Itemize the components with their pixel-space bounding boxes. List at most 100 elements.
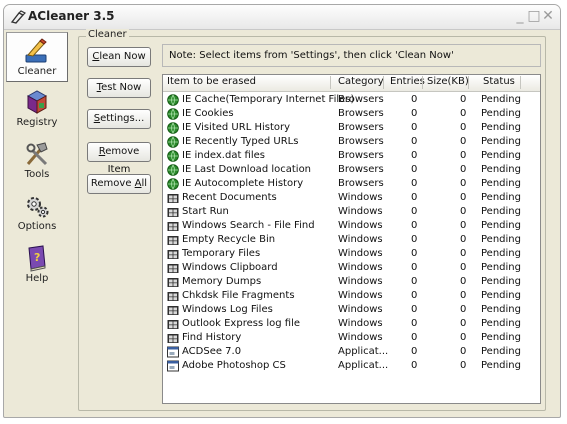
item-name: Outlook Express log file <box>182 318 300 329</box>
item-entries: 0 <box>411 248 418 259</box>
close-button[interactable]: ✕ <box>540 8 556 24</box>
item-entries: 0 <box>411 262 418 273</box>
table-row[interactable]: Windows Search - File Find Windows 0 0 Pendi… <box>163 219 540 233</box>
sidebar-item-tools[interactable]: Tools <box>6 136 68 186</box>
test-now-button[interactable]: Test Now <box>87 78 151 98</box>
table-row[interactable]: IE Cache(Temporary Internet Files) Browse… <box>163 93 540 107</box>
item-name: Empty Recycle Bin <box>182 234 276 245</box>
item-entries: 0 <box>411 318 418 329</box>
item-entries: 0 <box>411 220 418 231</box>
item-status: Pending <box>481 276 521 287</box>
item-category: Windows <box>338 318 383 329</box>
instruction-note: Note: Select items from 'Settings', then… <box>162 44 541 67</box>
item-size: 0 <box>460 304 467 315</box>
item-size: 0 <box>460 206 467 217</box>
table-row[interactable]: IE Cookies Browsers 0 0 Pending <box>163 107 540 121</box>
item-status: Pending <box>481 178 521 189</box>
table-row[interactable]: IE Visited URL History Browsers 0 0 Pending <box>163 121 540 135</box>
table-row[interactable]: IE Autocomplete History Browsers 0 0 Pending <box>163 177 540 191</box>
item-size: 0 <box>460 108 467 119</box>
table-row[interactable]: Find History Windows 0 0 Pending <box>163 331 540 345</box>
table-row[interactable]: Adobe Photoshop CS Applicat... 0 0 Pending <box>163 359 540 373</box>
column-divider[interactable] <box>422 76 423 89</box>
item-name: IE index.dat files <box>182 150 265 161</box>
table-row[interactable]: IE Recently Typed URLs Browsers 0 0 Pending <box>163 135 540 149</box>
sidebar-item-registry[interactable]: Registry <box>6 84 68 134</box>
column-header-status[interactable]: Status <box>483 76 515 87</box>
item-entries: 0 <box>411 346 418 357</box>
item-name: Recent Documents <box>182 192 277 203</box>
item-name: Chkdsk File Fragments <box>182 290 295 301</box>
item-category: Windows <box>338 262 383 273</box>
table-row[interactable]: Recent Documents Windows 0 0 Pending <box>163 191 540 205</box>
item-category: Windows <box>338 192 383 203</box>
column-divider[interactable] <box>330 76 331 89</box>
item-status: Pending <box>481 108 521 119</box>
table-row[interactable]: Empty Recycle Bin Windows 0 0 Pending <box>163 233 540 247</box>
items-list[interactable]: Item to be erased Category Entries Size(… <box>162 74 541 404</box>
item-category: Windows <box>338 276 383 287</box>
item-category: Browsers <box>338 108 384 119</box>
item-name: IE Recently Typed URLs <box>182 136 299 147</box>
item-status: Pending <box>481 304 521 315</box>
item-name: Temporary Files <box>182 248 261 259</box>
item-name: Adobe Photoshop CS <box>182 360 286 371</box>
item-entries: 0 <box>411 136 418 147</box>
item-name: Start Run <box>182 206 229 217</box>
item-entries: 0 <box>411 164 418 175</box>
settings-button[interactable]: Settings... <box>87 109 151 129</box>
help-book-icon: ? <box>28 245 46 272</box>
column-header-category[interactable]: Category <box>338 76 384 87</box>
table-row[interactable]: ACDSee 7.0 Applicat... 0 0 Pending <box>163 345 540 359</box>
table-row[interactable]: IE index.dat files Browsers 0 0 Pending <box>163 149 540 163</box>
item-status: Pending <box>481 220 521 231</box>
item-status: Pending <box>481 136 521 147</box>
table-row[interactable]: IE Last Download location Browsers 0 0 Pendi… <box>163 163 540 177</box>
table-row[interactable]: Windows Clipboard Windows 0 0 Pending <box>163 261 540 275</box>
button-label: ll <box>141 178 148 189</box>
remove-all-button[interactable]: Remove All <box>87 174 151 194</box>
table-row[interactable]: Chkdsk File Fragments Windows 0 0 Pending <box>163 289 540 303</box>
item-category: Browsers <box>338 164 384 175</box>
column-divider[interactable] <box>520 76 521 89</box>
item-entries: 0 <box>411 122 418 133</box>
item-name: IE Autocomplete History <box>182 178 304 189</box>
column-header-entries[interactable]: Entries <box>390 76 425 87</box>
item-size: 0 <box>460 318 467 329</box>
table-row[interactable]: Outlook Express log file Windows 0 0 Pending <box>163 317 540 331</box>
item-category: Windows <box>338 234 383 245</box>
table-row[interactable]: Windows Log Files Windows 0 0 Pending <box>163 303 540 317</box>
column-divider[interactable] <box>383 76 384 89</box>
column-header-size[interactable]: Size(KB) <box>427 76 469 87</box>
sidebar-item-label: Help <box>25 273 49 284</box>
item-entries: 0 <box>411 206 418 217</box>
item-entries: 0 <box>411 192 418 203</box>
sidebar-item-help[interactable]: ? Help <box>6 240 68 290</box>
column-header-item[interactable]: Item to be erased <box>167 76 256 87</box>
item-status: Pending <box>481 360 521 371</box>
gears-icon <box>27 197 49 218</box>
app-logo-icon <box>10 10 26 24</box>
item-size: 0 <box>460 290 467 301</box>
item-entries: 0 <box>411 360 418 371</box>
table-row[interactable]: Start Run Windows 0 0 Pending <box>163 205 540 219</box>
table-row[interactable]: Memory Dumps Windows 0 0 Pending <box>163 275 540 289</box>
sidebar-item-options[interactable]: Options <box>6 188 68 238</box>
remove-item-button[interactable]: Remove Item <box>87 142 151 175</box>
clean-now-button[interactable]: Clean Now <box>87 47 151 67</box>
item-size: 0 <box>460 136 467 147</box>
sidebar-item-cleaner[interactable]: Cleaner <box>6 32 68 82</box>
item-category: Applicat... <box>338 346 389 357</box>
table-row[interactable]: Temporary Files Windows 0 0 Pending <box>163 247 540 261</box>
svg-text:?: ? <box>34 251 40 264</box>
sidebar-item-label: Cleaner <box>17 66 57 77</box>
item-size: 0 <box>460 248 467 259</box>
item-size: 0 <box>460 346 467 357</box>
item-status: Pending <box>481 122 521 133</box>
title-bar[interactable]: ACleaner 3.5 _ □ ✕ <box>4 5 560 30</box>
column-divider[interactable] <box>468 76 469 89</box>
item-status: Pending <box>481 164 521 175</box>
item-category: Windows <box>338 332 383 343</box>
item-entries: 0 <box>411 108 418 119</box>
window-title: ACleaner 3.5 <box>28 9 115 23</box>
